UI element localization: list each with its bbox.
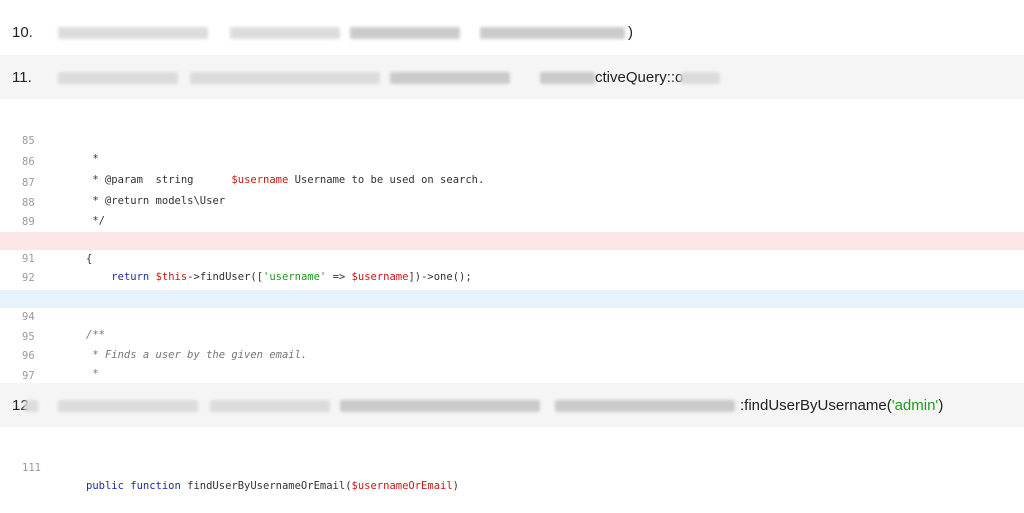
code-line: 97 * @param string $email Email to be us… bbox=[0, 349, 1024, 400]
code-line: 85 * bbox=[0, 114, 1024, 165]
code-line: 95 * Finds a user by the given email. bbox=[0, 310, 1024, 361]
redacted-text bbox=[58, 400, 198, 412]
redacted-text bbox=[680, 72, 720, 84]
code-line: 89 public function findUserByUsername($u… bbox=[0, 195, 1024, 246]
code-line: 87 * @return models\User bbox=[0, 156, 1024, 207]
code-line: 96 * bbox=[0, 329, 1024, 380]
redacted-text bbox=[190, 72, 380, 84]
code-line: 92 } bbox=[0, 251, 1024, 302]
redacted-text bbox=[58, 72, 178, 84]
redacted-text bbox=[210, 400, 330, 412]
frame-text: ) bbox=[628, 23, 633, 41]
highlighted-code-line: 94 /** bbox=[0, 290, 1024, 341]
line-number: 111 bbox=[22, 462, 41, 474]
redacted-text bbox=[340, 400, 540, 412]
stack-frame-11[interactable]: 11. ctiveQuery::o bbox=[0, 55, 1024, 99]
redacted-text bbox=[230, 27, 340, 39]
redacted-text bbox=[390, 72, 510, 84]
redacted-text bbox=[350, 27, 460, 39]
frame-text: :findUserByUsername('admin') bbox=[740, 396, 944, 414]
redacted-text bbox=[58, 27, 208, 39]
frame-text: ctiveQuery::o bbox=[595, 68, 684, 86]
stack-frame-10[interactable]: 10. ) bbox=[0, 10, 1024, 54]
redacted-text bbox=[24, 400, 38, 412]
redacted-text bbox=[540, 72, 595, 84]
frame-number: 10. bbox=[12, 23, 33, 41]
code-line: 90 { bbox=[0, 214, 1024, 265]
stack-frame-12[interactable]: 12 :findUserByUsername('admin') bbox=[0, 383, 1024, 427]
code-line: 93 bbox=[0, 270, 1024, 303]
redacted-text bbox=[480, 27, 625, 39]
error-code-line: 91 return $this->findUser(['username' =>… bbox=[0, 232, 1024, 283]
code-text: public function findUserByUsernameOrEmai… bbox=[86, 480, 459, 492]
code-line: 86 * @param string $username Username to… bbox=[0, 135, 1024, 186]
code-line: 88 */ bbox=[0, 176, 1024, 227]
code-text: * bbox=[86, 368, 99, 380]
redacted-text bbox=[555, 400, 735, 412]
code-line: 111 public function findUserByUsernameOr… bbox=[0, 441, 1024, 492]
frame-number: 11. bbox=[12, 68, 32, 86]
